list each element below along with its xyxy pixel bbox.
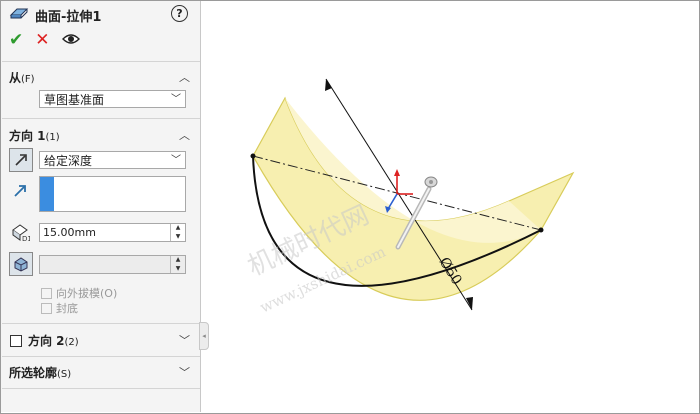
from-select[interactable]: 草图基准面 ﹀ — [39, 90, 186, 108]
direction2-checkbox[interactable]: 方向 2(2) — [10, 332, 79, 349]
direction-selection-box[interactable] — [39, 176, 186, 212]
divider — [2, 388, 200, 389]
cap-end-checkbox[interactable]: 封底 — [41, 300, 78, 316]
collapse-from-icon[interactable]: ︿ — [179, 69, 190, 85]
collapse-direction1-icon[interactable]: ︿ — [179, 127, 190, 143]
depth-icon: D1 — [9, 221, 31, 243]
depth-spinner[interactable]: ▲ ▼ — [170, 224, 185, 241]
ok-button[interactable]: ✔ — [9, 32, 23, 49]
expand-contours-icon[interactable]: ﹀ — [179, 364, 190, 380]
depth-input[interactable]: 15.00mm ▲ ▼ — [39, 223, 186, 242]
selection-focus-bar — [40, 177, 54, 211]
divider — [2, 356, 200, 357]
draft-angle-input[interactable]: ▲ ▼ — [39, 255, 186, 274]
draft-icon — [14, 257, 28, 272]
dimension-arrow-bottom — [466, 297, 473, 310]
divider — [2, 61, 200, 62]
arc-endpoint-right — [538, 227, 544, 233]
dimension-arrow-top — [325, 79, 332, 91]
chevron-down-icon: ﹀ — [171, 155, 181, 166]
svg-text:D1: D1 — [22, 235, 30, 242]
end-condition-select[interactable]: 给定深度 ﹀ — [39, 151, 186, 169]
from-section-title[interactable]: 从(F) — [9, 69, 35, 86]
property-manager: 曲面-拉伸1 ? ✔ ✕ 从(F) ︿ 草图基准面 ﹀ 方向 1(1) ︿ 给定深… — [1, 1, 201, 412]
contours-section-title[interactable]: 所选轮廓(S) — [9, 364, 71, 381]
direction2-label: 方向 2(2) — [28, 334, 79, 348]
direction-vector-icon — [9, 179, 31, 201]
feature-title: 曲面-拉伸1 — [9, 5, 101, 25]
reverse-arrow-icon — [15, 154, 27, 166]
reverse-direction-button[interactable] — [9, 148, 33, 172]
draft-spinner[interactable]: ▲ ▼ — [170, 256, 185, 273]
expand-direction2-icon[interactable]: ﹀ — [179, 332, 190, 348]
chevron-down-icon: ﹀ — [171, 94, 181, 105]
feature-title-text: 曲面-拉伸1 — [35, 9, 102, 25]
triad-z-axis — [387, 193, 398, 210]
help-icon[interactable]: ? — [171, 5, 188, 22]
graphics-viewport[interactable]: Ø50 机械时代网 www.jxshidai.com — [201, 1, 699, 412]
arc-endpoint-left — [250, 153, 256, 159]
divider — [2, 323, 200, 324]
extrude-surface-icon — [9, 5, 29, 25]
direction1-section-title[interactable]: 方向 1(1) — [9, 127, 60, 144]
cancel-button[interactable]: ✕ — [35, 32, 49, 49]
divider — [2, 118, 200, 119]
action-bar: ✔ ✕ — [9, 32, 80, 49]
eye-icon[interactable] — [61, 33, 80, 48]
draft-outward-checkbox[interactable]: 向外拔模(O) — [41, 285, 117, 301]
draft-toggle-button[interactable] — [9, 252, 33, 276]
